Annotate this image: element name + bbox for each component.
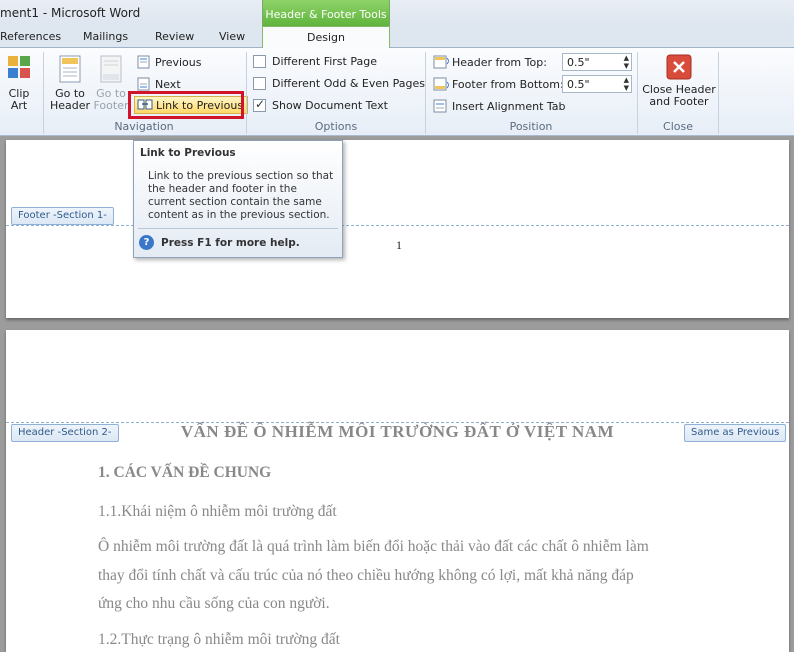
insert-alignment-tab-label: Insert Alignment Tab xyxy=(452,99,566,113)
link-to-previous-tooltip: Link to Previous Link to the previous se… xyxy=(133,140,343,258)
tooltip-body: Link to the previous section so that the… xyxy=(148,170,334,221)
go-to-footer-button[interactable]: Go to Footer xyxy=(92,54,130,112)
header-from-top-input[interactable]: 0.5" ▲ ▼ xyxy=(562,53,632,71)
close-header-footer-label: Close Header and Footer xyxy=(642,83,716,108)
help-icon: ? xyxy=(139,235,154,250)
footer-from-bottom-input[interactable]: 0.5" ▲ ▼ xyxy=(562,75,632,93)
go-to-header-button[interactable]: Go to Header xyxy=(49,54,91,112)
footer-position-icon xyxy=(433,77,449,91)
show-document-text-label: Show Document Text xyxy=(272,99,388,112)
alignment-tab-icon xyxy=(433,99,447,113)
navigation-group-label: Navigation xyxy=(114,120,174,133)
footer-from-bottom-label: Footer from Bottom: xyxy=(452,77,564,91)
footer-from-bottom-label-row: Footer from Bottom: xyxy=(433,75,564,93)
tooltip-title: Link to Previous xyxy=(140,147,236,159)
header-page-icon xyxy=(59,55,81,83)
different-odd-even-checkbox[interactable]: Different Odd & Even Pages xyxy=(253,77,425,90)
different-first-page-label: Different First Page xyxy=(272,55,377,68)
spinner-arrows-icon[interactable]: ▲ ▼ xyxy=(624,54,629,70)
paragraph-line[interactable]: thay đổi tính chất và cấu trúc của nó th… xyxy=(98,567,634,585)
clip-art-label: Clip Art xyxy=(8,87,30,112)
footer-from-bottom-value: 0.5" xyxy=(567,78,590,91)
previous-button[interactable]: Previous xyxy=(136,53,202,71)
previous-section-icon xyxy=(137,55,150,69)
header-from-top-label-row: Header from Top: xyxy=(433,53,547,71)
footer-section-tag: Footer -Section 1- xyxy=(11,207,114,225)
window-title: ment1 - Microsoft Word xyxy=(0,6,141,20)
spinner-arrows-icon[interactable]: ▲ ▼ xyxy=(624,76,629,92)
go-to-footer-label: Go to Footer xyxy=(93,87,129,112)
previous-label: Previous xyxy=(155,55,202,69)
subsection-title[interactable]: 1.2.Thực trạng ô nhiễm môi trường đất xyxy=(98,631,340,649)
subsection-title[interactable]: 1.1.Khái niệm ô nhiễm môi trường đất xyxy=(98,503,337,521)
ribbon: Clip Art Go to Header Go to Footer Previ… xyxy=(0,48,794,136)
header-position-icon xyxy=(433,55,449,69)
next-section-icon xyxy=(137,77,150,91)
checkbox-box xyxy=(253,55,266,68)
clip-art-icon xyxy=(8,56,30,78)
contextual-group-label: Header & Footer Tools xyxy=(265,8,387,21)
tab-mailings[interactable]: Mailings xyxy=(83,30,128,43)
close-group-label: Close xyxy=(663,120,693,133)
go-to-header-label: Go to Header xyxy=(49,87,91,112)
close-header-footer-button[interactable]: Close Header and Footer xyxy=(640,54,718,108)
options-group-label: Options xyxy=(314,120,358,133)
footer-page-icon xyxy=(100,55,122,83)
next-label: Next xyxy=(155,77,181,91)
contextual-tab-group: Header & Footer Tools xyxy=(262,0,390,26)
section-title[interactable]: 1. CÁC VẤN ĐỀ CHUNG xyxy=(98,464,271,482)
header-from-top-label: Header from Top: xyxy=(452,55,547,69)
page-2: Header -Section 2- Same as Previous VẤN … xyxy=(6,330,789,652)
tooltip-help-text: Press F1 for more help. xyxy=(161,236,300,249)
paragraph-line[interactable]: Ô nhiễm môi trường đất là quá trình làm … xyxy=(98,538,649,556)
paragraph-line[interactable]: ứng cho nhu cầu sống của con người. xyxy=(98,595,330,613)
different-first-page-checkbox[interactable]: Different First Page xyxy=(253,55,377,68)
ribbon-tabs: References Mailings Review View Design xyxy=(0,26,794,49)
tooltip-divider xyxy=(138,228,338,229)
tooltip-help: ? Press F1 for more help. xyxy=(139,235,300,250)
tab-review[interactable]: Review xyxy=(155,30,194,43)
checkbox-box: ✓ xyxy=(253,97,266,112)
page-1: Footer -Section 1- 1 xyxy=(6,140,789,318)
clip-art-button[interactable]: Clip Art xyxy=(4,54,34,112)
group-separator xyxy=(718,52,719,134)
tab-design[interactable]: Design xyxy=(262,26,390,49)
check-mark-icon: ✓ xyxy=(255,97,266,111)
page-number[interactable]: 1 xyxy=(396,238,402,253)
tab-view[interactable]: View xyxy=(219,30,245,43)
different-odd-even-label: Different Odd & Even Pages xyxy=(272,77,425,90)
tab-references[interactable]: References xyxy=(0,30,61,43)
header-from-top-value: 0.5" xyxy=(567,56,590,69)
checkbox-box xyxy=(253,77,266,90)
title-bar: ment1 - Microsoft Word Header & Footer T… xyxy=(0,0,794,26)
highlight-frame xyxy=(128,91,244,119)
document-heading[interactable]: VẤN ĐỀ Ô NHIỄM MÔI TRƯỜNG ĐẤT Ở VIỆT NAM xyxy=(6,422,789,442)
position-group-label: Position xyxy=(509,120,553,133)
close-icon xyxy=(666,54,692,80)
show-document-text-checkbox[interactable]: ✓ Show Document Text xyxy=(253,97,388,112)
footer-boundary-line xyxy=(6,225,789,226)
insert-alignment-tab-button[interactable]: Insert Alignment Tab xyxy=(433,97,566,115)
